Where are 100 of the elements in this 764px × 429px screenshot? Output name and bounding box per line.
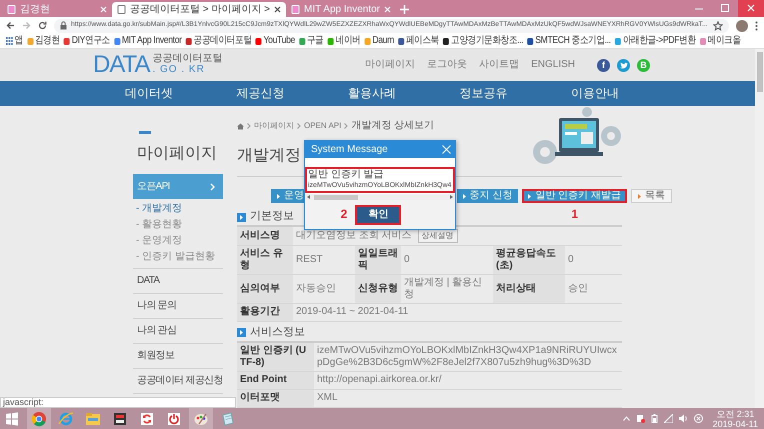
dialog-title: System Message	[311, 144, 388, 156]
step-number: 1	[570, 207, 580, 222]
device-icon[interactable]	[636, 414, 645, 423]
triangle-icon	[528, 194, 532, 198]
bookmark-item[interactable]: 페이스북	[398, 35, 439, 47]
table-cell: 승인	[565, 274, 622, 304]
page-icon	[291, 5, 300, 14]
bookmark-item[interactable]: 앱	[6, 35, 23, 47]
lock-icon	[60, 21, 67, 30]
cell-text: 대기오염정보 조회 서비스	[296, 230, 412, 242]
table-cell: 0	[565, 246, 622, 275]
confirm-button[interactable]: 확인	[355, 204, 402, 224]
header-link[interactable]: 마이페이지	[365, 59, 416, 71]
header-cell: 활용기간	[237, 304, 293, 322]
header-cell: 이터포맷	[237, 390, 314, 408]
sidebar-item[interactable]: 나의 문의	[133, 294, 223, 320]
nav-item[interactable]: 활용사례	[316, 81, 428, 106]
scrollbar-thumb[interactable]	[756, 52, 762, 92]
header-cell: 일일트래픽	[355, 246, 401, 275]
section-marker-icon	[237, 328, 246, 338]
scrollbar[interactable]	[755, 49, 764, 408]
twitter-icon[interactable]	[617, 58, 630, 72]
browser-tab[interactable]: 공공데이터포털 > 마이페이지 >	[112, 2, 286, 17]
header-cell: 서비스 유형	[237, 246, 293, 275]
sync-app-icon	[139, 410, 155, 426]
new-tab-icon[interactable]	[400, 5, 410, 14]
chevron-icon	[344, 123, 348, 129]
menu-icon[interactable]	[755, 20, 758, 30]
status-text: javascript:	[0, 397, 236, 408]
chrome-icon	[31, 410, 47, 426]
bookmark-item[interactable]: 구글	[299, 35, 324, 47]
action-button[interactable]: 중지 신청	[456, 189, 518, 203]
forward-icon[interactable]	[22, 21, 31, 30]
bookmark-label: Daum	[372, 35, 394, 47]
header-link[interactable]: ENGLISH	[531, 59, 575, 71]
scroll-left-icon[interactable]	[307, 195, 310, 199]
breadcrumb-link[interactable]: OPEN API	[304, 121, 342, 131]
action-button[interactable]: 일반 인증키 재발급	[522, 189, 627, 203]
bookmark-item[interactable]: 김경현	[27, 35, 60, 47]
header-cell: 신청유형	[355, 274, 401, 304]
avatar[interactable]	[736, 20, 748, 32]
scroll-right-icon[interactable]	[450, 195, 453, 199]
bookmark-label: DIY연구소	[72, 35, 110, 47]
step-number: 2	[340, 207, 348, 222]
header-link[interactable]: 로그아웃	[427, 59, 468, 71]
chevron-icon	[210, 182, 215, 191]
facebook-icon[interactable]: f	[597, 58, 610, 72]
battery-icon[interactable]	[650, 414, 658, 423]
power-app-icon	[166, 410, 182, 426]
sidebar-item[interactable]: 공공데이터 제공신청	[133, 369, 223, 394]
bookmark-item[interactable]: YouTube	[256, 35, 295, 47]
speaker-icon[interactable]	[678, 414, 688, 423]
bookmark-item[interactable]: Daum	[364, 35, 394, 47]
bookmark-item[interactable]: 네이버	[328, 35, 360, 47]
accent-bar	[139, 131, 151, 134]
toggle-app-icon	[112, 410, 128, 426]
nav-item[interactable]: 정보공유	[428, 81, 540, 106]
sidebar-subitem[interactable]: - 개발계정	[133, 201, 223, 218]
horizontal-scrollbar[interactable]	[305, 194, 455, 200]
scrollbar-thumb[interactable]	[314, 194, 358, 200]
page-icon	[117, 5, 126, 14]
clock-time: 오전 2:31	[716, 408, 754, 418]
breadcrumb-link[interactable]: 개발계정 상세보기	[351, 120, 434, 132]
nav-item[interactable]: 데이터셋	[93, 81, 205, 106]
table-cell: izeMTwOVu5vihzmOYoLBOKxlMbIZnkH3Qw4XP1a9NRiRUYUIwcxpDgGe%2B3D6c5gmW%2F8eJel2f7X807u5zh9hug%3D%3D	[314, 342, 622, 372]
sidebar-item[interactable]: DATA	[133, 269, 223, 294]
reload-icon[interactable]	[38, 21, 47, 30]
header-cell: End Point	[237, 372, 314, 390]
star-icon[interactable]	[713, 20, 723, 30]
sidebar-title: 마이페이지	[136, 144, 218, 164]
sidebar-item[interactable]: 회원정보	[133, 344, 223, 370]
nav-item[interactable]: 이용안내	[539, 81, 651, 106]
bookmark-label: 네이버	[336, 35, 360, 47]
section-marker-icon	[237, 212, 246, 222]
sidebar-item[interactable]: 나의 관심	[133, 319, 223, 344]
nav-item[interactable]: 제공신청	[204, 81, 316, 106]
header-cell: 평균응답속도(초)	[493, 246, 565, 275]
header-link[interactable]: 사이트맵	[479, 59, 520, 71]
home-icon[interactable]	[237, 122, 244, 130]
breadcrumb-link[interactable]: 마이페이지	[254, 121, 294, 131]
bookmark-label: YouTube	[264, 35, 295, 47]
chevron-icon	[297, 123, 301, 129]
signal-icon[interactable]	[664, 414, 673, 423]
action-button[interactable]: 목록	[631, 189, 672, 203]
chevron-icon	[247, 123, 251, 129]
page-title: 개발계정	[237, 146, 301, 166]
caret-up-icon[interactable]	[622, 416, 630, 421]
detail-button[interactable]: 상세설명	[418, 229, 458, 243]
bookmark-label: 앱	[14, 35, 23, 47]
notification-icon[interactable]	[694, 414, 703, 423]
header-cell: 처리상태	[493, 274, 565, 304]
bookmark-item[interactable]: 메이크올	[700, 35, 741, 47]
header-cell: 일반 인증키 (UTF-8)	[237, 342, 314, 372]
header-cell: 서비스명	[237, 227, 293, 246]
back-icon[interactable]	[6, 21, 15, 30]
bookmark-label: 김경현	[34, 35, 60, 47]
logo-subtitle: 공공데이터포털	[152, 54, 222, 65]
header-cell: 심의여부	[237, 274, 293, 304]
bookmark-item[interactable]: DIY연구소	[64, 35, 110, 47]
close-icon[interactable]	[274, 6, 282, 13]
